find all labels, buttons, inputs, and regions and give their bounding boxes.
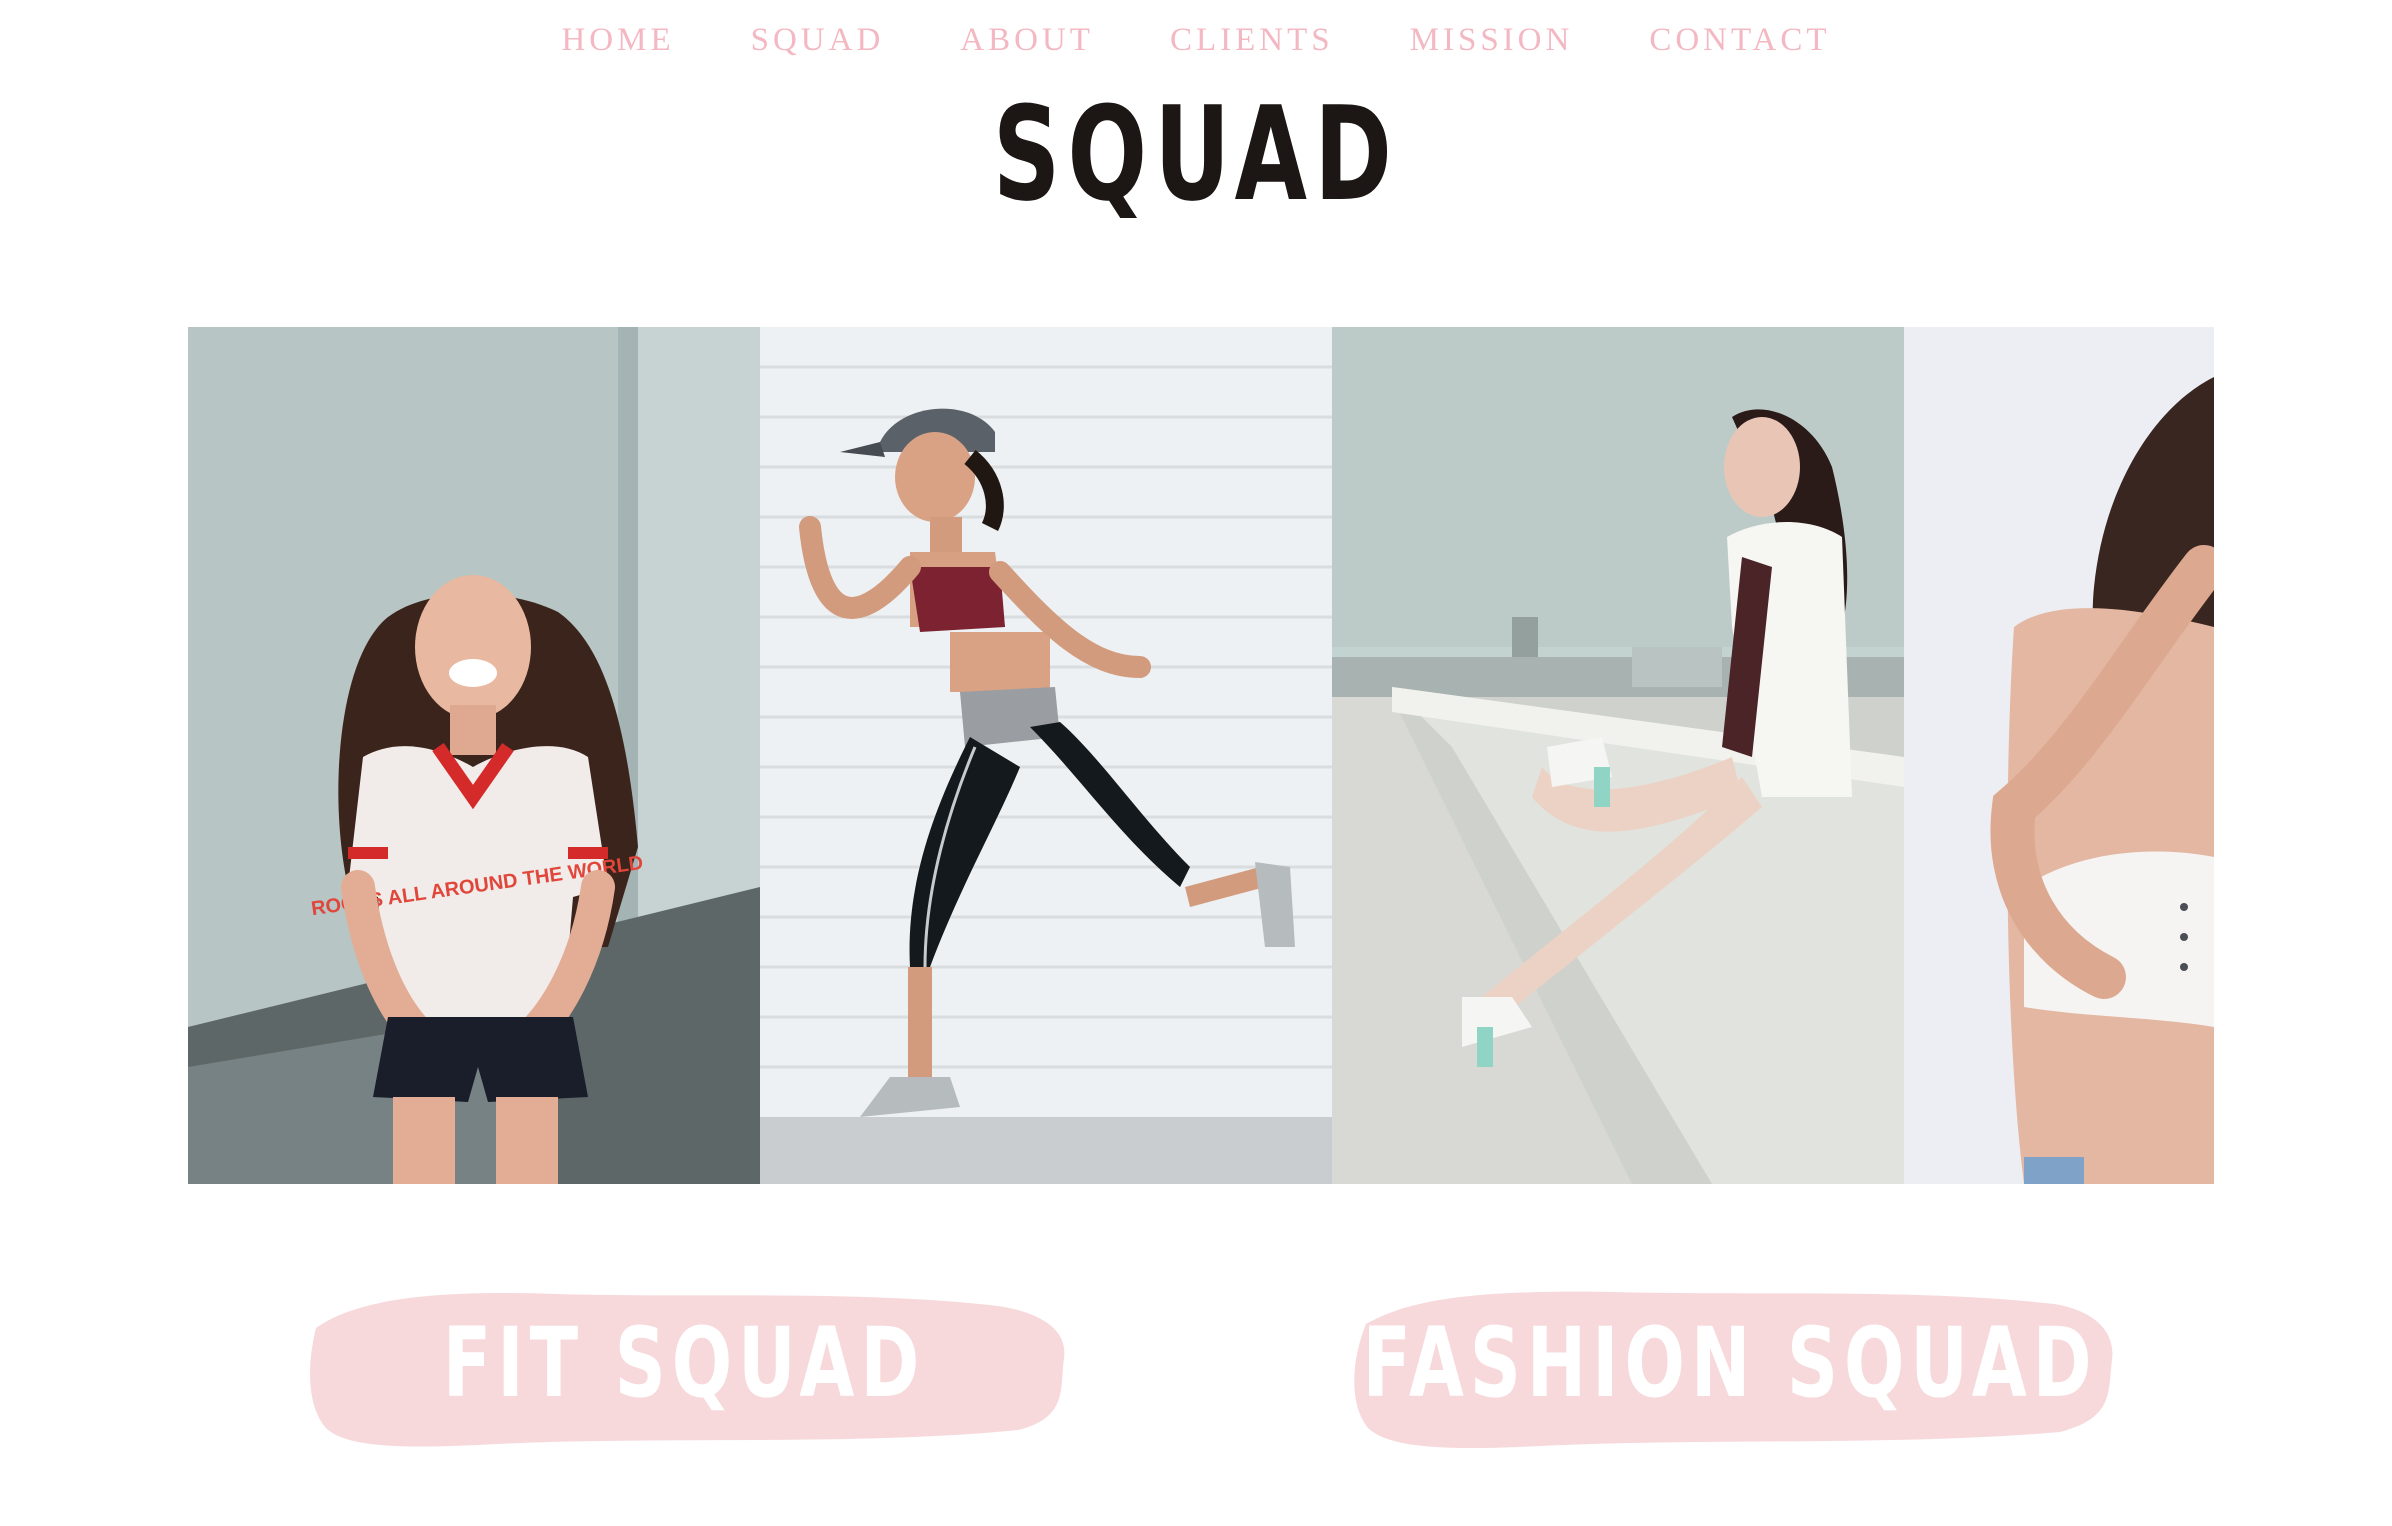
photo-rooftop-image: [1332, 327, 1904, 1184]
fit-squad-label: FIT SQUAD: [442, 1307, 926, 1419]
gallery-photo-laughing-woman[interactable]: ROCKS ALL AROUND THE WORLD: [188, 327, 760, 1184]
fashion-squad-button[interactable]: FASHION SQUAD: [1344, 1268, 2116, 1458]
top-nav: HOME SQUAD ABOUT CLIENTS MISSION CONTACT: [0, 18, 2392, 62]
page-title: SQUAD: [992, 78, 1400, 230]
gallery-photo-crop-top[interactable]: [1904, 327, 2214, 1184]
nav-mission[interactable]: MISSION: [1410, 18, 1574, 62]
fit-squad-button[interactable]: FIT SQUAD: [298, 1268, 1070, 1458]
photo-laughing-woman-image: ROCKS ALL AROUND THE WORLD: [188, 327, 760, 1184]
photo-runner-image: [760, 327, 1332, 1184]
gallery-photo-runner[interactable]: [760, 327, 1332, 1184]
photo-crop-top-image: [1904, 327, 2214, 1184]
fashion-squad-label: FASHION SQUAD: [1362, 1307, 2098, 1419]
nav-squad[interactable]: SQUAD: [751, 18, 885, 62]
nav-contact[interactable]: CONTACT: [1649, 18, 1830, 62]
nav-home[interactable]: HOME: [561, 18, 674, 62]
gallery-photo-rooftop[interactable]: [1332, 327, 1904, 1184]
nav-clients[interactable]: CLIENTS: [1170, 18, 1334, 62]
photo-gallery: ROCKS ALL AROUND THE WORLD: [188, 327, 2214, 1184]
squad-categories: FIT SQUAD FASHION SQUAD: [0, 1268, 2392, 1468]
nav-about[interactable]: ABOUT: [960, 18, 1094, 62]
